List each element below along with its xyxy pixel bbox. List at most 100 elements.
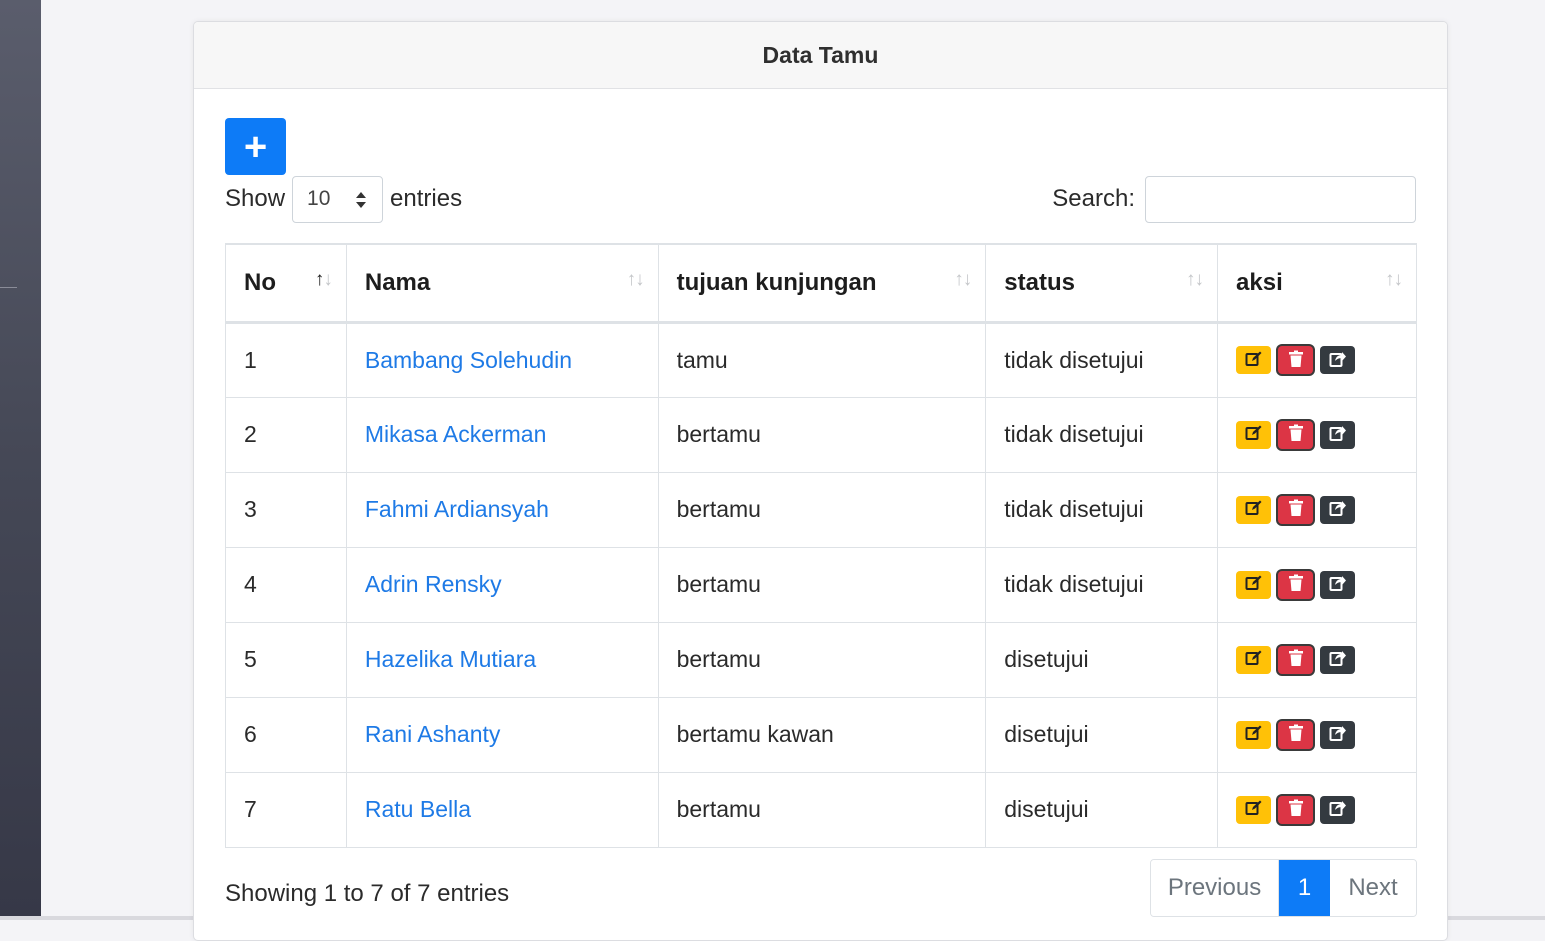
header-tujuan-kunjungan[interactable]: tujuan kunjungan ↑↓ — [657, 243, 987, 324]
edit-icon — [1245, 721, 1263, 748]
entries-select-value: 10 — [307, 187, 331, 210]
delete-button[interactable] — [1278, 645, 1314, 674]
edit-button[interactable] — [1236, 420, 1272, 449]
share-button[interactable] — [1320, 346, 1356, 374]
cell-tujuan: bertamu — [657, 396, 987, 473]
cell-no: 5 — [225, 621, 347, 698]
header-label: aksi — [1236, 268, 1283, 296]
cell-no: 7 — [225, 771, 347, 848]
cell-status: tidak disetujui — [985, 396, 1219, 473]
share-button[interactable] — [1320, 570, 1356, 599]
row-actions — [1236, 495, 1416, 524]
row-actions — [1236, 720, 1416, 749]
cell-aksi — [1217, 696, 1417, 773]
edit-button[interactable] — [1236, 570, 1272, 599]
cell-nama-link[interactable]: Mikasa Ackerman — [345, 396, 659, 473]
cell-aksi — [1217, 771, 1417, 848]
header-label: status — [1004, 268, 1075, 296]
delete-button[interactable] — [1278, 795, 1314, 824]
cell-no: 6 — [225, 696, 347, 773]
header-label: Nama — [364, 268, 431, 296]
entries-label: entries — [390, 185, 463, 212]
cell-aksi — [1217, 321, 1417, 398]
cell-status: disetujui — [985, 696, 1219, 773]
delete-button[interactable] — [1278, 720, 1314, 749]
cell-aksi — [1217, 621, 1417, 698]
share-button[interactable] — [1320, 795, 1356, 824]
trash-icon — [1288, 496, 1304, 523]
header-status[interactable]: status ↑↓ — [985, 243, 1219, 324]
sort-arrows-icon: ↑↓ — [954, 269, 972, 290]
card-title: Data Tamu — [194, 22, 1447, 89]
cell-status: disetujui — [985, 621, 1219, 698]
cell-nama-link[interactable]: Hazelika Mutiara — [345, 621, 659, 698]
cell-nama-link[interactable]: Adrin Rensky — [345, 546, 659, 623]
share-button[interactable] — [1320, 420, 1356, 449]
cell-aksi — [1217, 546, 1417, 623]
cell-status: disetujui — [985, 771, 1219, 848]
cell-nama-link[interactable]: Rani Ashanty — [345, 696, 659, 773]
sort-arrows-icon: ↑↓ — [626, 269, 645, 290]
edit-icon — [1245, 347, 1263, 374]
cell-no: 3 — [225, 471, 347, 548]
entries-select[interactable]: 10 — [292, 175, 384, 223]
delete-button[interactable] — [1278, 420, 1314, 449]
plus-icon: + — [243, 124, 268, 169]
share-icon — [1329, 646, 1347, 673]
cell-no: 1 — [225, 321, 347, 398]
search-input[interactable] — [1145, 175, 1416, 223]
cell-tujuan: bertamu kawan — [657, 696, 987, 773]
edit-icon — [1245, 646, 1263, 673]
page-1-button[interactable]: 1 — [1279, 860, 1330, 916]
share-icon — [1329, 571, 1347, 598]
share-icon — [1329, 421, 1347, 448]
edit-button[interactable] — [1236, 795, 1272, 824]
delete-button[interactable] — [1278, 570, 1314, 599]
delete-button[interactable] — [1278, 495, 1314, 524]
cell-no: 4 — [225, 546, 347, 623]
trash-icon — [1288, 571, 1304, 598]
cell-aksi — [1217, 471, 1417, 548]
select-arrows-icon — [356, 191, 367, 208]
table-header-row: No ↑↓ Nama ↑↓ tujuan kunjungan ↑↓ status ↑↓ … — [225, 243, 1417, 324]
pagination: Previous 1 Next — [1150, 859, 1417, 917]
header-aksi[interactable]: aksi ↑↓ — [1217, 243, 1417, 324]
cell-tujuan: tamu — [657, 321, 987, 398]
share-icon — [1329, 347, 1347, 374]
header-no[interactable]: No ↑↓ — [225, 243, 347, 324]
add-guest-button[interactable]: + — [225, 118, 286, 175]
table-row: 3 Fahmi Ardiansyah bertamu tidak disetujui — [225, 471, 1417, 548]
cell-nama-link[interactable]: Bambang Solehudin — [345, 321, 659, 398]
cell-nama-link[interactable]: Ratu Bella — [345, 771, 659, 848]
row-actions — [1236, 645, 1416, 674]
table-row: 4 Adrin Rensky bertamu tidak disetujui — [225, 546, 1417, 623]
cell-nama-link[interactable]: Fahmi Ardiansyah — [345, 471, 659, 548]
share-button[interactable] — [1320, 720, 1356, 749]
entries-length-control: Show 10 entries — [225, 175, 462, 223]
row-actions — [1236, 795, 1416, 824]
sidebar — [0, 0, 41, 920]
share-button[interactable] — [1320, 645, 1356, 674]
sidebar-marker — [0, 287, 17, 288]
share-icon — [1329, 496, 1347, 523]
show-label: Show — [225, 185, 286, 212]
share-button[interactable] — [1320, 495, 1356, 524]
cell-aksi — [1217, 396, 1417, 473]
delete-button[interactable] — [1278, 346, 1314, 374]
table-row: 6 Rani Ashanty bertamu kawan disetujui — [225, 696, 1417, 773]
edit-button[interactable] — [1236, 346, 1272, 374]
table-row: 5 Hazelika Mutiara bertamu disetujui — [225, 621, 1417, 698]
share-icon — [1329, 721, 1347, 748]
next-page-button[interactable]: Next — [1330, 860, 1416, 916]
row-actions — [1236, 346, 1416, 374]
header-nama[interactable]: Nama ↑↓ — [345, 243, 659, 324]
trash-icon — [1288, 796, 1304, 823]
edit-button[interactable] — [1236, 645, 1272, 674]
previous-page-button[interactable]: Previous — [1151, 860, 1279, 916]
edit-button[interactable] — [1236, 495, 1272, 524]
sort-arrows-icon: ↑↓ — [1385, 269, 1403, 290]
table-row: 7 Ratu Bella bertamu disetujui — [225, 771, 1417, 848]
cell-tujuan: bertamu — [657, 621, 987, 698]
edit-button[interactable] — [1236, 720, 1272, 749]
edit-icon — [1245, 796, 1263, 823]
